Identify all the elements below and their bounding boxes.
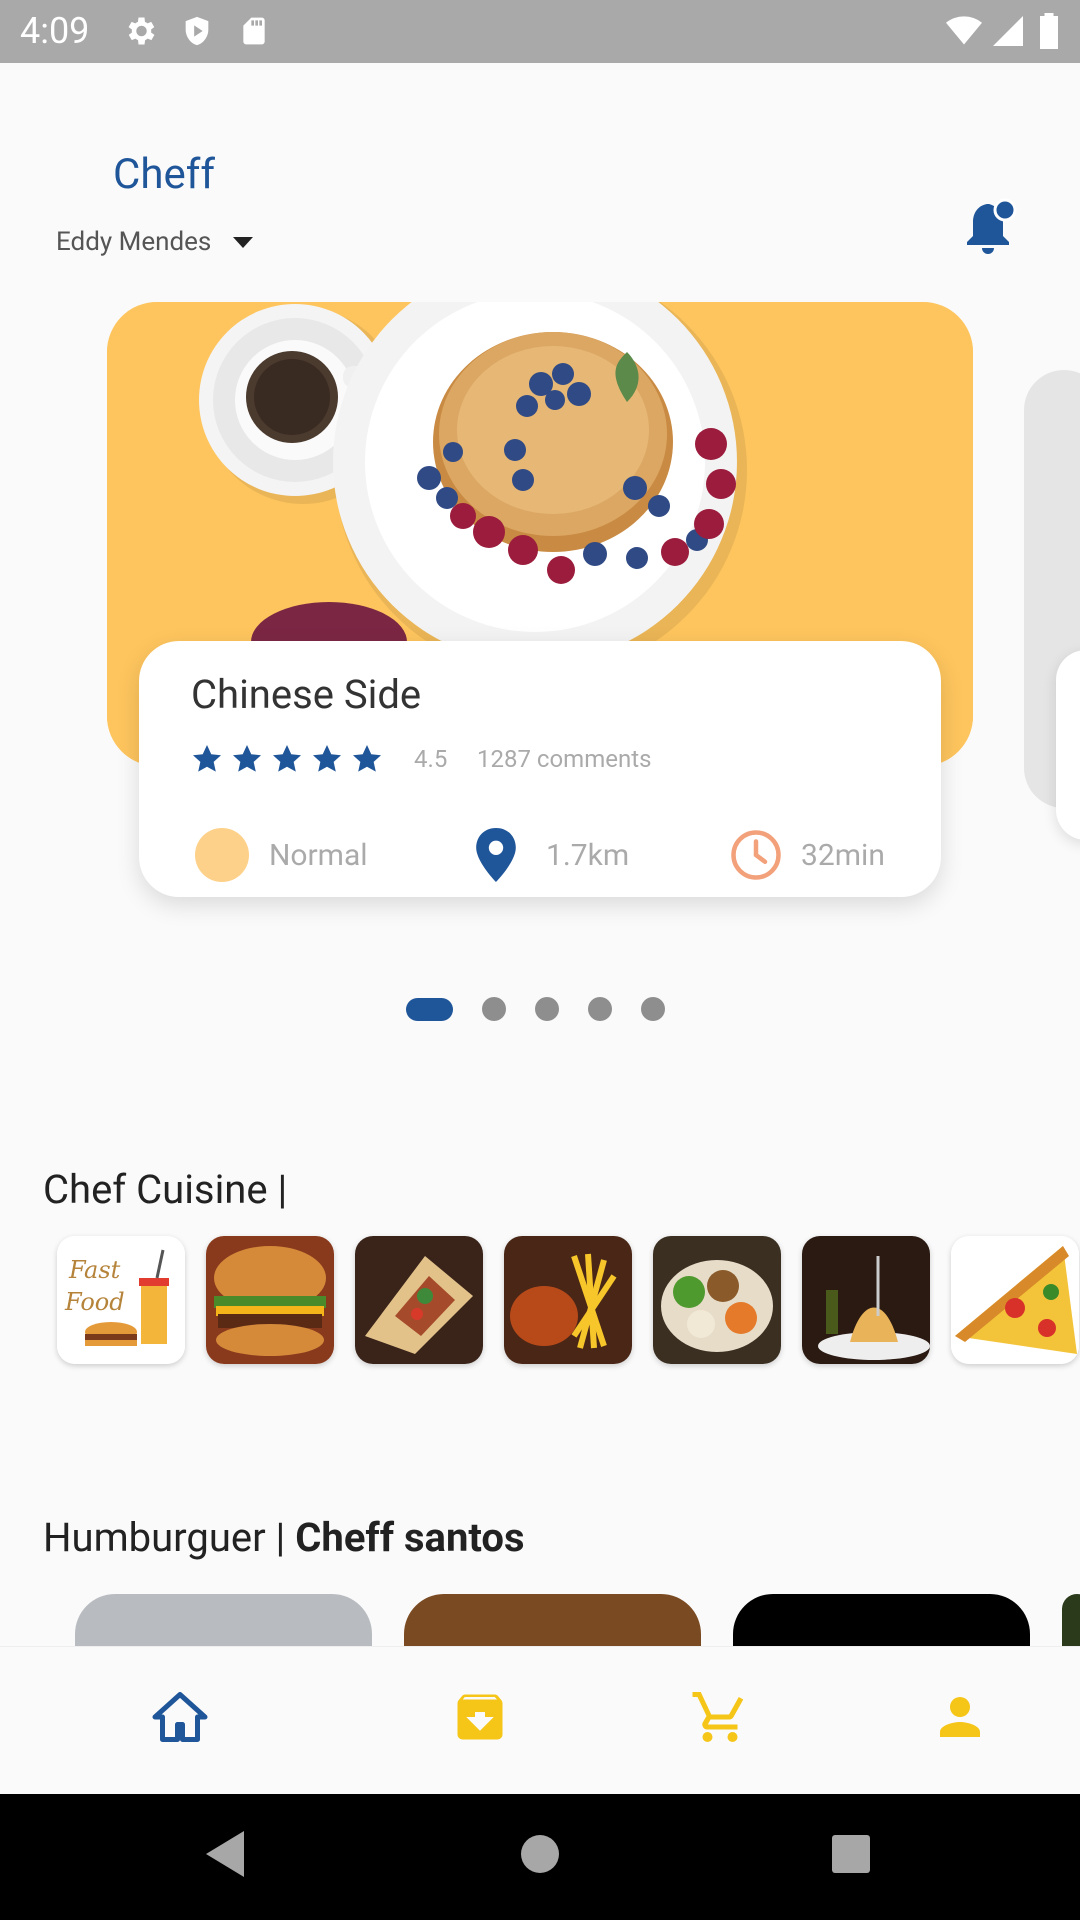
svg-text:Food: Food bbox=[64, 1288, 125, 1316]
cuisine-list: Fast Food bbox=[57, 1236, 1079, 1364]
pager-dot-active[interactable] bbox=[406, 997, 453, 1021]
dropdown-arrow-icon bbox=[233, 236, 254, 248]
difficulty-dot-icon bbox=[195, 828, 249, 882]
user-name: Eddy Mendes bbox=[56, 227, 212, 257]
distance-info: 1.7km bbox=[474, 827, 629, 883]
location-pin-icon bbox=[476, 828, 516, 882]
status-time: 4:09 bbox=[20, 10, 90, 52]
profile-icon[interactable] bbox=[930, 1687, 990, 1747]
next-card-info-peek bbox=[1056, 650, 1080, 840]
notification-bell-icon[interactable] bbox=[965, 198, 1017, 258]
sd-card-icon bbox=[243, 17, 265, 45]
cuisine-item-wrap[interactable] bbox=[355, 1236, 483, 1364]
cuisine-item-chicken-fries[interactable] bbox=[504, 1236, 632, 1364]
star-icon bbox=[233, 745, 261, 772]
time-label: 32min bbox=[801, 837, 885, 873]
cuisine-item-spaghetti[interactable] bbox=[802, 1236, 930, 1364]
settings-icon bbox=[128, 17, 155, 45]
pager-dot[interactable] bbox=[588, 997, 612, 1021]
cuisine-section-title: Chef Cuisine | bbox=[43, 1166, 288, 1213]
carousel-pager bbox=[406, 997, 665, 1021]
shield-icon bbox=[185, 16, 209, 46]
pager-dot[interactable] bbox=[535, 997, 559, 1021]
difficulty-label: Normal bbox=[269, 837, 368, 873]
home-circle-icon[interactable] bbox=[520, 1829, 560, 1879]
cuisine-item-salad-bowl[interactable] bbox=[653, 1236, 781, 1364]
distance-label: 1.7km bbox=[546, 837, 630, 873]
svg-text:Fast: Fast bbox=[68, 1256, 121, 1284]
star-icon bbox=[313, 745, 341, 772]
star-icon bbox=[273, 745, 301, 772]
time-info: 32min bbox=[729, 827, 885, 883]
rating-stars bbox=[191, 743, 383, 775]
cuisine-item-fast-food[interactable]: Fast Food bbox=[57, 1236, 185, 1364]
burger-section-title-prefix: Humburguer | bbox=[43, 1514, 296, 1561]
recents-icon[interactable] bbox=[830, 1829, 872, 1879]
back-icon[interactable] bbox=[204, 1829, 246, 1879]
featured-info-panel[interactable]: Chinese Side 4.5 1287 comments Normal 1.… bbox=[139, 641, 941, 897]
cuisine-item-burger[interactable] bbox=[206, 1236, 334, 1364]
app-title: Cheff bbox=[113, 150, 215, 199]
signal-icon bbox=[993, 16, 1023, 46]
dish-name: Chinese Side bbox=[191, 671, 422, 718]
archive-icon[interactable] bbox=[450, 1687, 510, 1747]
home-icon[interactable] bbox=[150, 1687, 210, 1747]
app-root: 4:09 Cheff Eddy Mendes Chinese Side 4.5 … bbox=[0, 0, 1080, 1920]
difficulty-info: Normal bbox=[195, 827, 368, 883]
bottom-navigation bbox=[0, 1646, 1080, 1794]
star-icon bbox=[353, 745, 381, 772]
cart-icon[interactable] bbox=[690, 1687, 750, 1747]
status-bar: 4:09 bbox=[0, 0, 1080, 63]
pager-dot[interactable] bbox=[482, 997, 506, 1021]
burger-section-title: Humburguer | Cheff santos bbox=[43, 1514, 525, 1561]
comments-count: 1287 comments bbox=[477, 745, 652, 773]
cuisine-item-pizza[interactable] bbox=[951, 1236, 1079, 1364]
burger-section-chef: Cheff santos bbox=[295, 1514, 525, 1561]
battery-icon bbox=[1040, 13, 1058, 49]
user-selector[interactable]: Eddy Mendes bbox=[56, 222, 254, 262]
pager-dot[interactable] bbox=[641, 997, 665, 1021]
rating-value: 4.5 bbox=[414, 745, 448, 773]
system-navigation-bar bbox=[0, 1794, 1080, 1920]
star-icon bbox=[193, 745, 221, 772]
wifi-icon bbox=[946, 16, 982, 45]
clock-icon bbox=[731, 830, 781, 880]
